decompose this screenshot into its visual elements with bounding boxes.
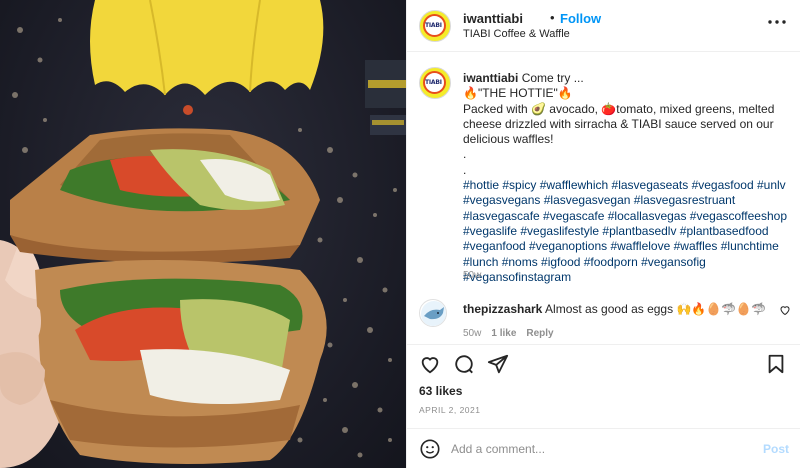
add-comment-bar: Post — [407, 428, 800, 468]
add-comment-input[interactable] — [451, 437, 751, 461]
post-sidebar: TIABI iwanttiabi • Follow TIABI Coffee &… — [406, 0, 800, 468]
caption-dot-1: . — [463, 147, 467, 162]
author-username[interactable]: iwanttiabi — [463, 11, 523, 26]
header-separator: • — [550, 10, 555, 25]
comment-meta: 50w 1 like Reply — [463, 328, 554, 339]
comment-item: thepizzashark Almost as good as eggs 🙌🔥🥚… — [463, 302, 773, 316]
avatar-logo-text: TIABI — [425, 22, 442, 29]
follow-button[interactable]: Follow — [560, 11, 601, 26]
caption-dot-2: . — [463, 162, 467, 177]
post-photo[interactable] — [0, 0, 406, 468]
post-comment-button[interactable]: Post — [763, 442, 789, 456]
post-location[interactable]: TIABI Coffee & Waffle — [463, 28, 570, 40]
emoji-icon[interactable] — [419, 438, 441, 460]
commenter-username[interactable]: thepizzashark — [463, 302, 542, 316]
comment-reply-button[interactable]: Reply — [526, 328, 553, 339]
post-caption: iwanttiabi Come try ... 🔥"THE HOTTIE"🔥 P… — [463, 71, 793, 285]
caption-line-2: 🔥"THE HOTTIE"🔥 — [463, 86, 573, 101]
caption-author-avatar[interactable]: TIABI — [419, 67, 451, 99]
shark-avatar-icon — [421, 301, 446, 326]
comments-section: TIABI iwanttiabi Come try ... 🔥"THE HOTT… — [407, 53, 800, 343]
post-header: TIABI iwanttiabi • Follow TIABI Coffee &… — [407, 0, 800, 52]
bookmark-icon[interactable] — [765, 353, 787, 375]
caption-hashtags[interactable]: #hottie #spicy #wafflewhich #lasvegaseat… — [463, 178, 793, 285]
more-options-icon[interactable] — [767, 12, 787, 30]
sandwich-photo-illustration — [0, 0, 406, 468]
share-icon[interactable] — [487, 353, 509, 375]
comment-icon[interactable] — [453, 353, 475, 375]
author-avatar[interactable]: TIABI — [419, 10, 451, 42]
caption-line-1: Come try ... — [521, 71, 584, 85]
comment-text: Almost as good as eggs 🙌🔥🥚🦈🥚🦈 — [545, 302, 767, 316]
likes-count[interactable]: 63 likes — [419, 384, 462, 398]
commenter-avatar[interactable] — [419, 299, 447, 327]
avatar-logo-text: TIABI — [425, 79, 442, 86]
caption-timestamp[interactable]: 50w — [463, 270, 481, 281]
post-actions-bar — [407, 344, 800, 380]
instagram-post-modal: TIABI iwanttiabi • Follow TIABI Coffee &… — [0, 0, 800, 468]
heart-icon[interactable] — [419, 353, 441, 375]
post-date[interactable]: APRIL 2, 2021 — [419, 405, 480, 415]
comment-timestamp[interactable]: 50w — [463, 328, 481, 339]
comment-likes[interactable]: 1 like — [491, 328, 516, 339]
caption-line-3: Packed with 🥑 avocado, 🍅tomato, mixed gr… — [463, 101, 775, 147]
caption-username[interactable]: iwanttiabi — [463, 71, 518, 85]
comment-like-heart-icon[interactable] — [779, 304, 791, 319]
